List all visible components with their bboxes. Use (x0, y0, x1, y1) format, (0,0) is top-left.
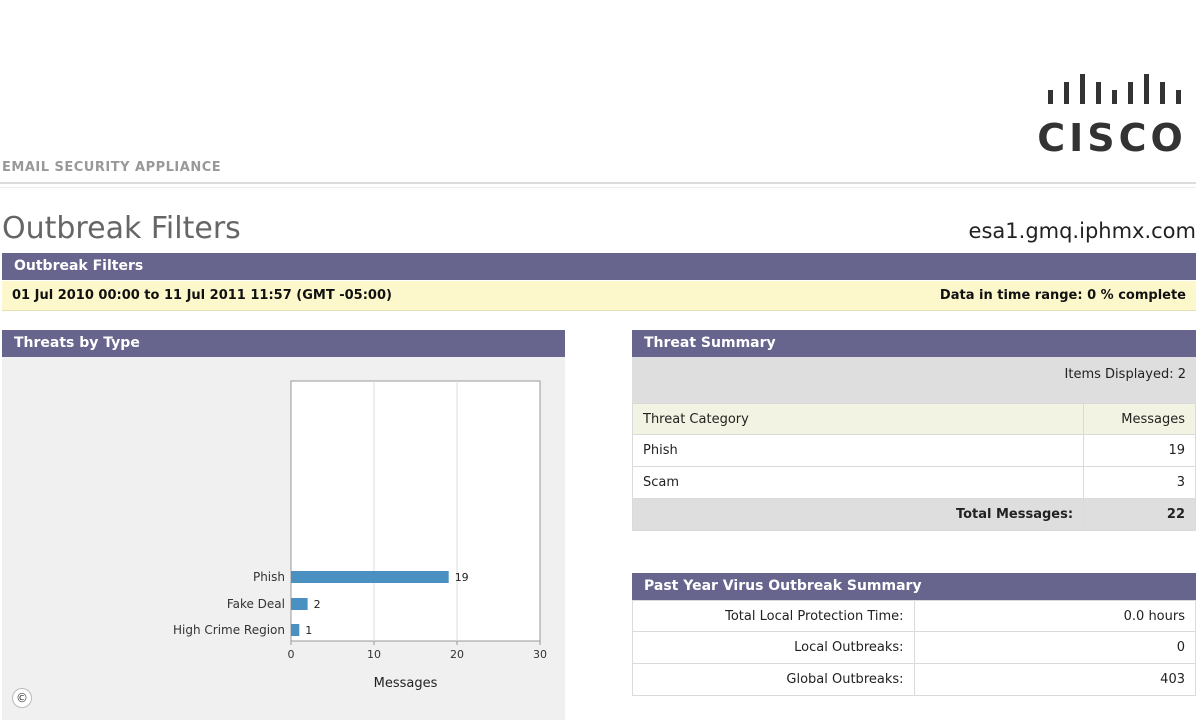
plot-area (290, 380, 541, 642)
hostname: esa1.gmq.iphmx.com (968, 219, 1196, 243)
header-divider (0, 182, 1196, 184)
threat-summary-header: Threat Summary (632, 330, 1196, 357)
cisco-logo: CISCO (1032, 72, 1192, 162)
data-completion-status: Data in time range: 0 % complete (939, 288, 1186, 303)
virus-outbreak-summary-header: Past Year Virus Outbreak Summary (632, 573, 1196, 600)
cisco-wordmark: CISCO (1037, 116, 1187, 160)
table-header-row: Threat Category Messages (631, 403, 1196, 435)
category-label: Fake Deal (227, 597, 285, 611)
x-tick-label: 0 (288, 648, 295, 661)
bar-value-label: 19 (455, 571, 469, 584)
bar-value-label: 1 (305, 624, 312, 637)
column-header-messages: Messages (1083, 403, 1196, 435)
threat-summary-table: Threat Category Messages Phish 19 Scam 3… (631, 403, 1196, 531)
threats-by-type-chart: 0 10 20 30 19 Phish 2 Fake Deal 1 High Crime Regi… (173, 380, 547, 691)
threats-by-type-header: Threats by Type (2, 330, 565, 357)
protection-time-value: 0.0 hours (913, 600, 1197, 632)
table-row: Local Outbreaks: 0 (632, 631, 1197, 664)
messages-cell: 19 (1083, 434, 1196, 467)
bar-value-label: 2 (314, 598, 321, 611)
total-messages-label: Total Messages: (631, 498, 1085, 531)
copyright-icon: © (12, 688, 32, 708)
global-outbreaks-label: Global Outbreaks: (632, 663, 915, 696)
items-displayed: Items Displayed: 2 (632, 357, 1196, 403)
x-tick-label: 10 (367, 648, 381, 661)
virus-outbreak-summary-table: Total Local Protection Time: 0.0 hours L… (632, 600, 1197, 696)
bar (291, 571, 449, 583)
messages-cell: 3 (1083, 466, 1196, 499)
time-range-bar: 01 Jul 2010 00:00 to 11 Jul 2011 11:57 (… (2, 281, 1196, 311)
product-name: EMAIL SECURITY APPLIANCE (2, 160, 222, 175)
header-divider-secondary (0, 187, 1196, 188)
cisco-bars-icon (1048, 74, 1181, 104)
x-tick-label: 20 (450, 648, 464, 661)
x-axis-label: Messages (374, 676, 438, 691)
local-outbreaks-value: 0 (913, 631, 1197, 664)
threat-category-cell: Scam (631, 466, 1085, 499)
column-header-threat-category: Threat Category (631, 403, 1085, 435)
local-outbreaks-label: Local Outbreaks: (632, 631, 915, 664)
table-row: Scam 3 (631, 466, 1196, 499)
bar (291, 624, 300, 636)
date-range: 01 Jul 2010 00:00 to 11 Jul 2011 11:57 (… (12, 288, 392, 303)
category-label: High Crime Region (173, 623, 285, 637)
page-title: Outbreak Filters (2, 211, 241, 246)
protection-time-label: Total Local Protection Time: (632, 600, 915, 632)
total-messages-value: 22 (1083, 498, 1196, 531)
category-label: Phish (253, 570, 285, 584)
report-banner: Outbreak Filters (2, 253, 1196, 280)
bar (291, 598, 308, 610)
x-tick-label: 30 (533, 648, 547, 661)
table-row: Phish 19 (631, 434, 1196, 467)
table-row: Global Outbreaks: 403 (632, 663, 1197, 696)
global-outbreaks-value: 403 (913, 663, 1197, 696)
threat-category-cell: Phish (631, 434, 1085, 467)
table-row: Total Local Protection Time: 0.0 hours (632, 600, 1197, 632)
total-row: Total Messages: 22 (631, 498, 1196, 531)
